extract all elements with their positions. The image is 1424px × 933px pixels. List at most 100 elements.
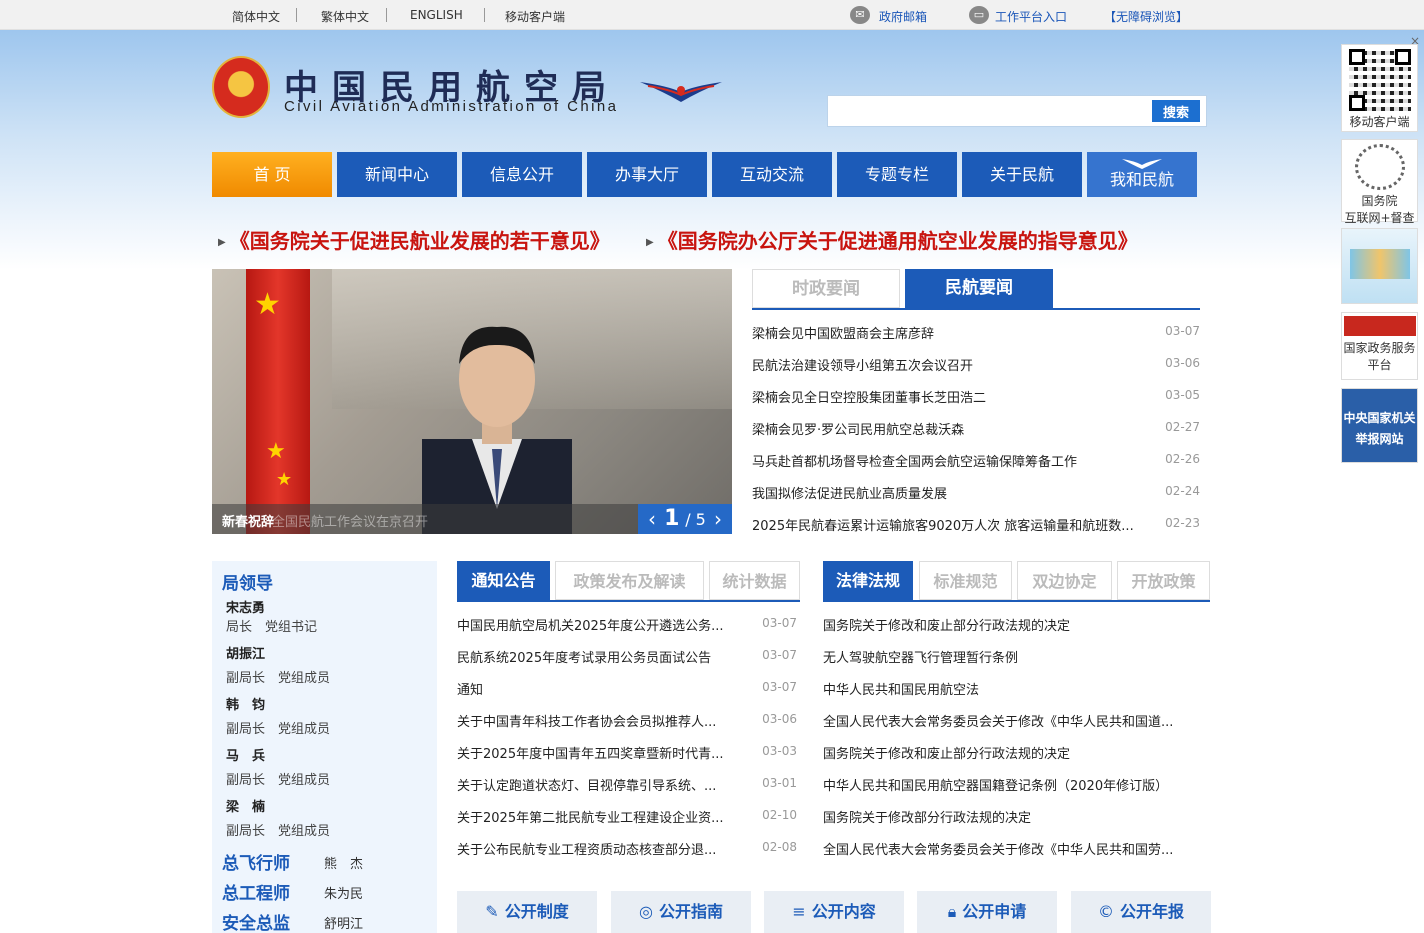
open-guide-button[interactable]: ◎ 公开指南	[611, 891, 751, 933]
tab-aviation-news[interactable]: 民航要闻	[905, 269, 1053, 308]
sidebar-gov-supervision[interactable]: 国务院 互联网+督查	[1341, 139, 1418, 225]
open-annual-report-button[interactable]: © 公开年报	[1071, 891, 1211, 933]
lang-english-link[interactable]: ENGLISH	[410, 8, 463, 22]
compass-icon: ◎	[639, 902, 653, 921]
list-item[interactable]: 我国拟修法促进民航业高质量发展 02-24	[752, 477, 1200, 509]
tab-underline	[457, 600, 800, 602]
lang-simplified-link[interactable]: 简体中文	[232, 8, 280, 25]
nav-interaction[interactable]: 互动交流	[712, 152, 832, 197]
chief-title: 总工程师	[222, 884, 290, 904]
list-item[interactable]: 中国民用航空局机关2025年度公开遴选公务... 03-07	[457, 609, 797, 641]
gov-mail-link[interactable]: 政府邮箱	[879, 8, 927, 25]
notice-title: 关于中国青年科技工作者协会会员拟推荐人...	[457, 715, 717, 730]
nav-service-hall[interactable]: 办事大厅	[587, 152, 707, 197]
lock-icon: 🔒︎	[947, 902, 957, 921]
notice-date: 03-06	[762, 712, 797, 726]
carousel-caption-overlay: 全国民航工作会议在京召开	[272, 515, 429, 530]
search-input[interactable]	[832, 99, 1152, 123]
chief-name[interactable]: 熊 杰	[324, 853, 363, 872]
list-item[interactable]: 马兵赴首都机场督导检查全国两会航空运输保障筹备工作 02-26	[752, 445, 1200, 477]
list-item[interactable]: 民航系统2025年度考试录用公务员面试公告 03-07	[457, 641, 797, 673]
sidebar-report-website[interactable]: 中央国家机关 举报网站	[1341, 388, 1418, 463]
gov-supervision-badge-image	[1354, 144, 1405, 190]
leader-name[interactable]: 胡振江	[226, 643, 265, 662]
chief-name[interactable]: 朱为民	[324, 883, 363, 902]
open-system-button[interactable]: ✎ 公开制度	[457, 891, 597, 933]
sidebar-gov-service-platform[interactable]: 国家政务服务 平台	[1341, 312, 1418, 380]
gov-service-banner-image	[1343, 316, 1416, 336]
chief-name[interactable]: 舒明江	[324, 913, 363, 932]
carousel-current-page: 1	[664, 506, 680, 531]
leader-name[interactable]: 韩 钧	[226, 694, 265, 713]
carousel-total-pages: / 5	[685, 510, 706, 529]
leader-name[interactable]: 宋志勇	[226, 597, 265, 616]
speaker-photo	[422, 326, 572, 534]
law-title: 国务院关于修改部分行政法规的决定	[823, 811, 1032, 826]
list-item[interactable]: 关于中国青年科技工作者协会会员拟推荐人... 03-06	[457, 705, 797, 737]
list-item[interactable]: 国务院关于修改和废止部分行政法规的决定	[823, 737, 1203, 769]
tab-politics-news[interactable]: 时政要闻	[752, 269, 900, 308]
nav-me-and-aviation[interactable]: 我和民航	[1087, 152, 1197, 197]
nav-about[interactable]: 关于民航	[962, 152, 1082, 197]
lang-traditional-link[interactable]: 繁体中文	[321, 8, 369, 25]
headline-link-1[interactable]: ▶ 《国务院关于促进民航业发展的若干意见》	[218, 225, 610, 254]
tab-bilateral-agreements[interactable]: 双边协定	[1017, 561, 1112, 600]
open-button-label: 公开年报	[1119, 902, 1184, 921]
carousel-prev-icon[interactable]: ‹	[648, 504, 656, 534]
sidebar-service-label-2: 平台	[1367, 358, 1392, 372]
open-request-button[interactable]: 🔒︎ 公开申请	[917, 891, 1057, 933]
list-item[interactable]: 关于公布民航专业工程资质动态核查部分退... 02-08	[457, 833, 797, 865]
law-title: 中华人民共和国民用航空法	[823, 683, 980, 698]
news-date: 02-27	[1165, 420, 1200, 434]
list-item[interactable]: 国务院关于修改部分行政法规的决定	[823, 801, 1203, 833]
tab-standards[interactable]: 标准规范	[919, 561, 1012, 600]
sidebar-mobile-client[interactable]: 移动客户端	[1341, 44, 1418, 132]
list-item[interactable]: 梁楠会见全日空控股集团董事长芝田浩二 03-05	[752, 381, 1200, 413]
list-item[interactable]: 2025年民航春运累计运输旅客9020万人次 旅客运输量和航班数... 02-23	[752, 509, 1200, 541]
flag-star: ★	[266, 439, 286, 464]
headline-link-2[interactable]: ▶ 《国务院办公厅关于促进通用航空业发展的指导意见》	[646, 225, 1138, 254]
tab-notices[interactable]: 通知公告	[457, 561, 550, 600]
list-item[interactable]: 国务院关于修改和废止部分行政法规的决定	[823, 609, 1203, 641]
workbench-link[interactable]: 工作平台入口	[995, 8, 1067, 25]
list-item[interactable]: 无人驾驶航空器飞行管理暂行条例	[823, 641, 1203, 673]
list-item[interactable]: 关于认定跑道状态灯、目视停靠引导系统、... 03-01	[457, 769, 797, 801]
nav-home[interactable]: 首 页	[212, 152, 332, 197]
tab-open-policy[interactable]: 开放政策	[1117, 561, 1210, 600]
sidebar-mobile-label: 移动客户端	[1349, 115, 1410, 129]
nav-news-center[interactable]: 新闻中心	[337, 152, 457, 197]
news-carousel[interactable]: ★ ★ ★ 新春祝辞 全国民航工作会议在京召开 ‹ 1 / 5 ›	[212, 269, 732, 534]
notice-date: 03-07	[762, 680, 797, 694]
monitor-icon: ▭	[969, 6, 989, 24]
carousel-caption[interactable]: 新春祝辞	[222, 511, 274, 530]
carousel-next-icon[interactable]: ›	[714, 504, 722, 534]
notice-title: 关于2025年度中国青年五四奖章暨新时代青...	[457, 747, 724, 762]
list-item[interactable]: 通知 03-07	[457, 673, 797, 705]
search-button[interactable]: 搜索	[1152, 100, 1200, 122]
list-item[interactable]: 关于2025年第二批民航专业工程建设企业资... 02-10	[457, 801, 797, 833]
tab-statistics[interactable]: 统计数据	[709, 561, 800, 600]
leader-name[interactable]: 马 兵	[226, 745, 265, 764]
national-flag-image: ★ ★ ★	[246, 269, 310, 534]
list-item[interactable]: 关于2025年度中国青年五四奖章暨新时代青... 03-03	[457, 737, 797, 769]
mobile-client-link[interactable]: 移动客户端	[505, 8, 565, 25]
caac-wings-logo	[640, 82, 722, 102]
list-item[interactable]: 全国人民代表大会常务委员会关于修改《中华人民共和国劳...	[823, 833, 1203, 865]
list-item[interactable]: 中华人民共和国民用航空法	[823, 673, 1203, 705]
nav-special-topics[interactable]: 专题专栏	[837, 152, 957, 197]
list-item[interactable]: 梁楠会见中国欧盟商会主席彦辞 03-07	[752, 317, 1200, 349]
list-item[interactable]: 中华人民共和国民用航空器国籍登记条例（2020年修订版）	[823, 769, 1203, 801]
notice-date: 02-10	[762, 808, 797, 822]
sidebar-banner-image[interactable]	[1341, 228, 1418, 304]
tab-laws[interactable]: 法律法规	[823, 561, 913, 600]
open-content-button[interactable]: ≡ 公开内容	[764, 891, 904, 933]
notice-date: 03-03	[762, 744, 797, 758]
leader-name[interactable]: 梁 楠	[226, 796, 265, 815]
tab-policy-release[interactable]: 政策发布及解读	[555, 561, 704, 600]
law-title: 中华人民共和国民用航空器国籍登记条例（2020年修订版）	[823, 779, 1169, 794]
accessible-browse-link[interactable]: 【无障碍浏览】	[1104, 8, 1188, 25]
nav-info-disclosure[interactable]: 信息公开	[462, 152, 582, 197]
list-item[interactable]: 梁楠会见罗·罗公司民用航空总裁沃森 02-27	[752, 413, 1200, 445]
list-item[interactable]: 民航法治建设领导小组第五次会议召开 03-06	[752, 349, 1200, 381]
list-item[interactable]: 全国人民代表大会常务委员会关于修改《中华人民共和国道...	[823, 705, 1203, 737]
